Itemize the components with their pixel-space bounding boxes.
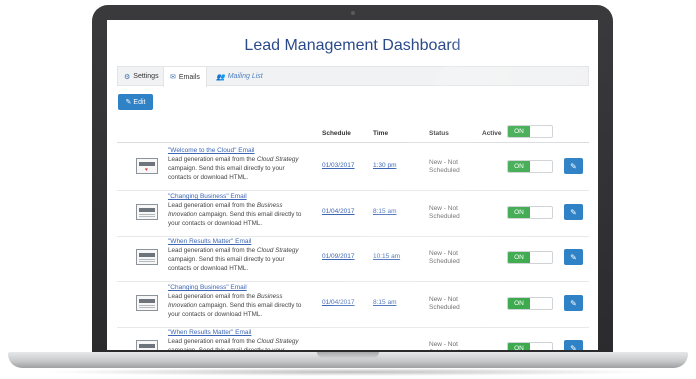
email-thumbnail[interactable] [136,340,158,350]
schedule-date-link[interactable]: 01/03/2017 [322,162,355,169]
toggle-on-label: ON [508,252,530,263]
email-title-link[interactable]: "When Results Matter" Email [168,238,251,245]
status-text: New - Not Scheduled [429,205,460,220]
users-icon: 👥 [216,73,225,81]
email-description: Lead generation email from the Business … [168,201,308,228]
email-title-link[interactable]: "Welcome to the Cloud" Email [168,147,255,154]
schedule-time-link[interactable]: 8:15 am [373,299,397,306]
thumbnail-lines [139,305,155,306]
edit-email-button[interactable]: ✎ [564,295,583,311]
status-text: New - Not Scheduled [429,159,460,174]
laptop-screen: Lead Management Dashboard ⚙ Settings ✉ E… [107,20,598,350]
email-description-text: Lead generation email from the [168,202,257,209]
campaign-name: Cloud Strategy [256,156,299,163]
tab-mailing-list[interactable]: 👥 Mailing List [210,67,269,86]
thumbnail-lines [139,214,155,215]
column-header-time: Time [373,130,389,137]
schedule-time-link[interactable]: 10:15 am [373,253,400,260]
email-description: Lead generation email from the Cloud Str… [168,337,308,350]
heart-icon: ♥ [145,167,148,173]
email-thumbnail[interactable]: ♥ [136,158,158,174]
tab-emails-label: Emails [178,73,200,81]
email-description-text: Lead generation email from the [168,293,257,300]
thumbnail-banner [139,253,155,257]
edit-button[interactable]: ✎ Edit [118,94,153,110]
edit-email-button[interactable]: ✎ [564,340,583,350]
email-thumbnail[interactable] [136,295,158,311]
active-toggle[interactable]: ON [507,342,553,350]
edit-email-button[interactable]: ✎ [564,204,583,220]
toggle-on-label: ON [508,161,530,172]
tab-emails[interactable]: ✉ Emails [163,67,207,87]
table-row: "Changing Business" Email Lead generation… [107,191,598,237]
schedule-date-link[interactable]: 01/09/2017 [322,253,355,260]
column-header-schedule: Schedule [322,130,351,137]
mail-icon: ✉ [170,74,176,81]
email-description-text: Lead generation email from the [168,338,257,345]
pencil-icon: ✎ [125,99,132,106]
toggle-on-label: ON [508,343,530,350]
email-thumbnail[interactable] [136,249,158,265]
gear-icon: ⚙ [124,73,131,81]
column-header-status: Status [429,130,449,137]
status-text: New - Not Scheduled [429,341,460,350]
thumbnail-banner [139,299,155,303]
laptop-camera [351,11,355,15]
tab-mailing-list-label: Mailing List [227,73,263,80]
schedule-time-link[interactable]: 8:15 am [373,208,397,215]
column-header-active: Active [482,130,502,137]
edit-email-button[interactable]: ✎ [564,249,583,265]
active-toggle[interactable]: ON [507,160,553,173]
pencil-icon: ✎ [570,207,577,217]
tab-bar: ⚙ Settings ✉ Emails 👥 Mailing List [117,66,589,87]
table-row: ♥ "Welcome to the Cloud" Email Lead genera… [107,145,598,191]
email-description-text: Lead generation email from the [168,247,257,254]
schedule-date-link[interactable]: 01/04/2017 [322,299,355,306]
email-title-link[interactable]: "Changing Business" Email [168,193,247,200]
thumbnail-banner [139,162,155,166]
email-description: Lead generation email from the Cloud Str… [168,246,308,273]
campaign-name: Cloud Strategy [256,247,299,254]
thumbnail-lines [139,259,155,260]
header-divider [117,142,589,143]
table-row: "When Results Matter" Email Lead generati… [107,236,598,282]
pencil-icon: ✎ [570,252,577,262]
tab-settings-label: Settings [133,73,159,80]
toggle-on-label: ON [508,207,530,218]
table-row: "When Results Matter" Email Lead generati… [107,327,598,350]
laptop-base-notch [317,352,379,358]
laptop-shadow [40,368,656,376]
active-toggle[interactable]: ON [507,297,553,310]
tab-settings[interactable]: ⚙ Settings [118,67,165,86]
toggle-on-label: ON [508,126,530,137]
pencil-icon: ✎ [570,298,577,308]
edit-email-button[interactable]: ✎ [564,158,583,174]
email-title-link[interactable]: "Changing Business" Email [168,284,247,291]
thumbnail-banner [139,344,155,348]
thumbnail-banner [139,208,155,212]
master-active-toggle[interactable]: ON [507,125,553,138]
email-description-text: campaign. Send this email directly to yo… [168,256,285,272]
email-title-link[interactable]: "When Results Matter" Email [168,329,251,336]
pencil-icon: ✎ [570,343,577,351]
active-toggle[interactable]: ON [507,206,553,219]
email-description: Lead generation email from the Cloud Str… [168,155,308,182]
status-text: New - Not Scheduled [429,296,460,311]
email-thumbnail[interactable] [136,204,158,220]
active-toggle[interactable]: ON [507,251,553,264]
campaign-name: Cloud Strategy [256,338,299,345]
schedule-time-link[interactable]: 1:30 pm [373,162,397,169]
page-title: Lead Management Dashboard [244,37,461,54]
toggle-on-label: ON [508,298,530,309]
schedule-date-link[interactable]: 01/04/2017 [322,208,355,215]
email-description: Lead generation email from the Business … [168,292,308,319]
email-description-text: Lead generation email from the [168,156,257,163]
email-description-text: campaign. Send this email directly to yo… [168,165,285,181]
table-row: "Changing Business" Email Lead generation… [107,282,598,328]
pencil-icon: ✎ [570,161,577,171]
status-text: New - Not Scheduled [429,250,460,265]
edit-button-label: Edit [133,98,146,106]
email-description-text: campaign. Send this email directly to yo… [168,347,285,350]
